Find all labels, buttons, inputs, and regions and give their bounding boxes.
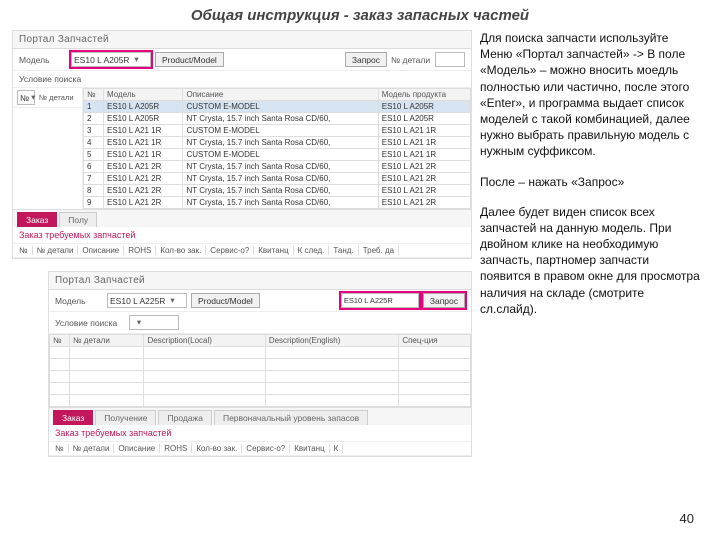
table-row[interactable]: 2ES10 L A205RNT Crysta, 15.7 inch Santa … [84, 113, 471, 125]
col-n: № [84, 89, 104, 101]
page-number: 40 [680, 511, 694, 526]
required-parts-label: Заказ требуемых запчастей [49, 425, 471, 441]
portal-header: Портал Запчастей [49, 272, 471, 290]
tab-order[interactable]: Заказ [53, 410, 93, 425]
models-table[interactable]: № Модель Описание Модель продукта 1ES10 … [83, 88, 471, 209]
col-desc-local: Description(Local) [144, 335, 265, 347]
tab-order[interactable]: Заказ [17, 212, 57, 227]
required-parts-header: №№ деталиОписаниеROHSКол-во зак.Сервис-о… [49, 441, 471, 456]
search-cond-label: Условие поиска [55, 318, 125, 328]
required-parts-header: №№ деталиОписаниеROHSКол-во зак.Сервис-о… [13, 243, 471, 258]
table-row[interactable]: 7ES10 L A21 2RNT Crysta, 15.7 inch Santa… [84, 173, 471, 185]
col-desc-en: Description(English) [265, 335, 398, 347]
side-part-label: № детали [39, 93, 74, 102]
table-row[interactable]: 9ES10 L A21 2RNT Crysta, 15.7 inch Santa… [84, 197, 471, 209]
model-label: Модель [19, 55, 67, 65]
query-button[interactable]: Запрос [423, 293, 465, 308]
table-row[interactable]: 6ES10 L A21 2RNT Crysta, 15.7 inch Santa… [84, 161, 471, 173]
table-row[interactable]: 4ES10 L A21 1RNT Crysta, 15.7 inch Santa… [84, 137, 471, 149]
search-cond-label: Условие поиска [19, 74, 89, 84]
table-row[interactable]: 8ES10 L A21 2RNT Crysta, 15.7 inch Santa… [84, 185, 471, 197]
explain-p2: После – нажать «Запрос» [480, 174, 702, 190]
col-spec: Спец-ция [399, 335, 471, 347]
model-input[interactable]: ES10 L A205R ▾ [71, 52, 151, 67]
tab-receive[interactable]: Полу [59, 212, 97, 227]
product-model-button[interactable]: Product/Model [155, 52, 224, 67]
table-row[interactable] [50, 395, 471, 407]
model-label: Модель [55, 296, 103, 306]
tab-sale[interactable]: Продажа [158, 410, 211, 425]
chevron-down-icon[interactable]: ▾ [131, 55, 141, 65]
table-row[interactable] [50, 347, 471, 359]
query-button[interactable]: Запрос [345, 52, 387, 67]
model-value: ES10 L A225R [110, 296, 165, 306]
col-desc: Описание [183, 89, 378, 101]
col-n: № [50, 335, 70, 347]
explanation-column: Для поиска запчасти используйте Меню «По… [480, 30, 702, 469]
col-part: № детали [70, 335, 144, 347]
col-prod: Модель продукта [378, 89, 470, 101]
table-row[interactable] [50, 383, 471, 395]
table-row[interactable]: 5ES10 L A21 1RCUSTOM E-MODELES10 L A21 1… [84, 149, 471, 161]
portal-panel-top: Портал Запчастей Модель ES10 L A205R ▾ P… [12, 30, 472, 259]
model-input[interactable]: ES10 L A225R ▾ [107, 293, 187, 308]
model-value: ES10 L A205R [74, 55, 129, 65]
portal-header: Портал Запчастей [13, 31, 471, 49]
part-no-label: № детали [391, 55, 431, 65]
explain-p3: Далее будет виден список всех запчастей … [480, 204, 702, 317]
table-row[interactable] [50, 359, 471, 371]
side-dd[interactable]: №▾ [17, 90, 35, 105]
part-input-highlight[interactable]: ES10 L A225R [341, 293, 419, 308]
table-row[interactable]: 1ES10 L A205RCUSTOM E-MODELES10 L A205R [84, 101, 471, 113]
part-no-input[interactable] [435, 52, 465, 67]
col-model: Модель [104, 89, 183, 101]
product-model-button[interactable]: Product/Model [191, 293, 260, 308]
screenshots-column: Портал Запчастей Модель ES10 L A205R ▾ P… [12, 30, 472, 469]
chevron-down-icon[interactable]: ▾ [167, 296, 177, 306]
tab-receive[interactable]: Получение [95, 410, 156, 425]
search-cond-input[interactable]: ▾ [129, 315, 179, 330]
slide-title: Общая инструкция - заказ запасных частей [0, 0, 720, 30]
explain-p1: Для поиска запчасти используйте Меню «По… [480, 30, 702, 160]
table-row[interactable]: 3ES10 L A21 1RCUSTOM E-MODELES10 L A21 1… [84, 125, 471, 137]
table-row[interactable] [50, 371, 471, 383]
portal-panel-bottom: Портал Запчастей Модель ES10 L A225R ▾ P… [48, 271, 472, 457]
parts-table[interactable]: № № детали Description(Local) Descriptio… [49, 334, 471, 407]
tab-initial[interactable]: Первоначальный уровень запасов [214, 410, 368, 425]
required-parts-label: Заказ требуемых запчастей [13, 227, 471, 243]
